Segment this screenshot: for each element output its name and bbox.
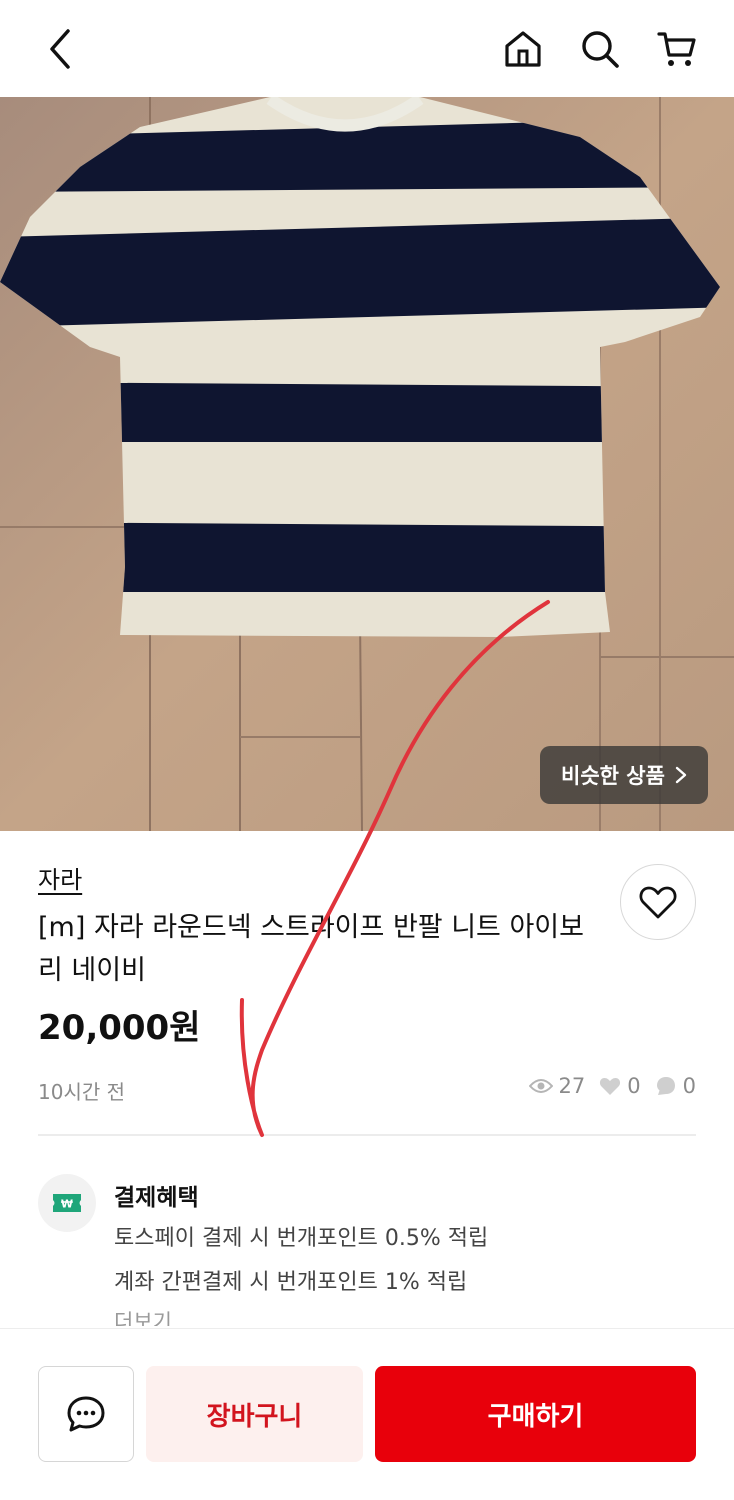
buy-now-button[interactable]: 구매하기 <box>375 1366 696 1462</box>
product-title: [m] 자라 라운드넥 스트라이프 반팔 니트 아이보리 네이비 <box>38 912 584 986</box>
similar-products-label: 비슷한 상품 <box>561 764 665 788</box>
eye-icon <box>528 1079 553 1093</box>
payment-benefit-account: 계좌 간편결제 시 번개포인트 1% 적립 <box>114 1270 468 1295</box>
chevron-left-icon <box>50 29 70 69</box>
search-button[interactable] <box>577 26 623 72</box>
comments-stat: 0 <box>655 1074 696 1098</box>
views-count: 27 <box>558 1074 586 1098</box>
cart-button[interactable] <box>654 26 700 72</box>
back-button[interactable] <box>36 26 82 72</box>
posted-time: 10시간 전 <box>38 1080 126 1104</box>
comments-count: 0 <box>682 1074 696 1098</box>
comment-icon <box>656 1077 675 1095</box>
home-icon <box>505 31 541 67</box>
payment-benefit-toss: 토스페이 결제 시 번개포인트 0.5% 적립 <box>114 1226 489 1251</box>
heart-small-icon <box>600 1078 621 1095</box>
wishlist-button[interactable] <box>620 864 696 940</box>
product-image[interactable] <box>0 97 734 831</box>
chat-icon <box>67 1396 105 1432</box>
views-stat: 27 <box>528 1074 586 1098</box>
brand-link[interactable]: 자라 <box>38 860 82 895</box>
cart-icon <box>657 32 696 66</box>
search-icon <box>582 31 619 68</box>
top-navigation-bar <box>0 0 734 97</box>
divider <box>38 1134 696 1136</box>
add-to-cart-button[interactable]: 장바구니 <box>146 1366 363 1462</box>
chevron-right-icon <box>675 766 687 784</box>
product-price: 20,000원 <box>38 1008 201 1048</box>
payment-benefit-more-link[interactable]: 더보기 <box>114 1306 172 1326</box>
likes-stat: 0 <box>599 1074 641 1098</box>
heart-icon <box>639 886 677 919</box>
similar-products-button[interactable]: 비슷한 상품 <box>540 746 708 804</box>
likes-count: 0 <box>627 1074 641 1098</box>
svg-text:₩: ₩ <box>61 1198 73 1211</box>
payment-benefit-title: 결제혜택 <box>114 1185 199 1211</box>
payment-benefit-icon-wrap: ₩ <box>38 1174 96 1232</box>
won-ticket-icon: ₩ <box>53 1194 81 1212</box>
home-button[interactable] <box>500 26 546 72</box>
product-stats: 27 0 0 <box>523 1074 696 1098</box>
chat-button[interactable] <box>38 1366 134 1462</box>
